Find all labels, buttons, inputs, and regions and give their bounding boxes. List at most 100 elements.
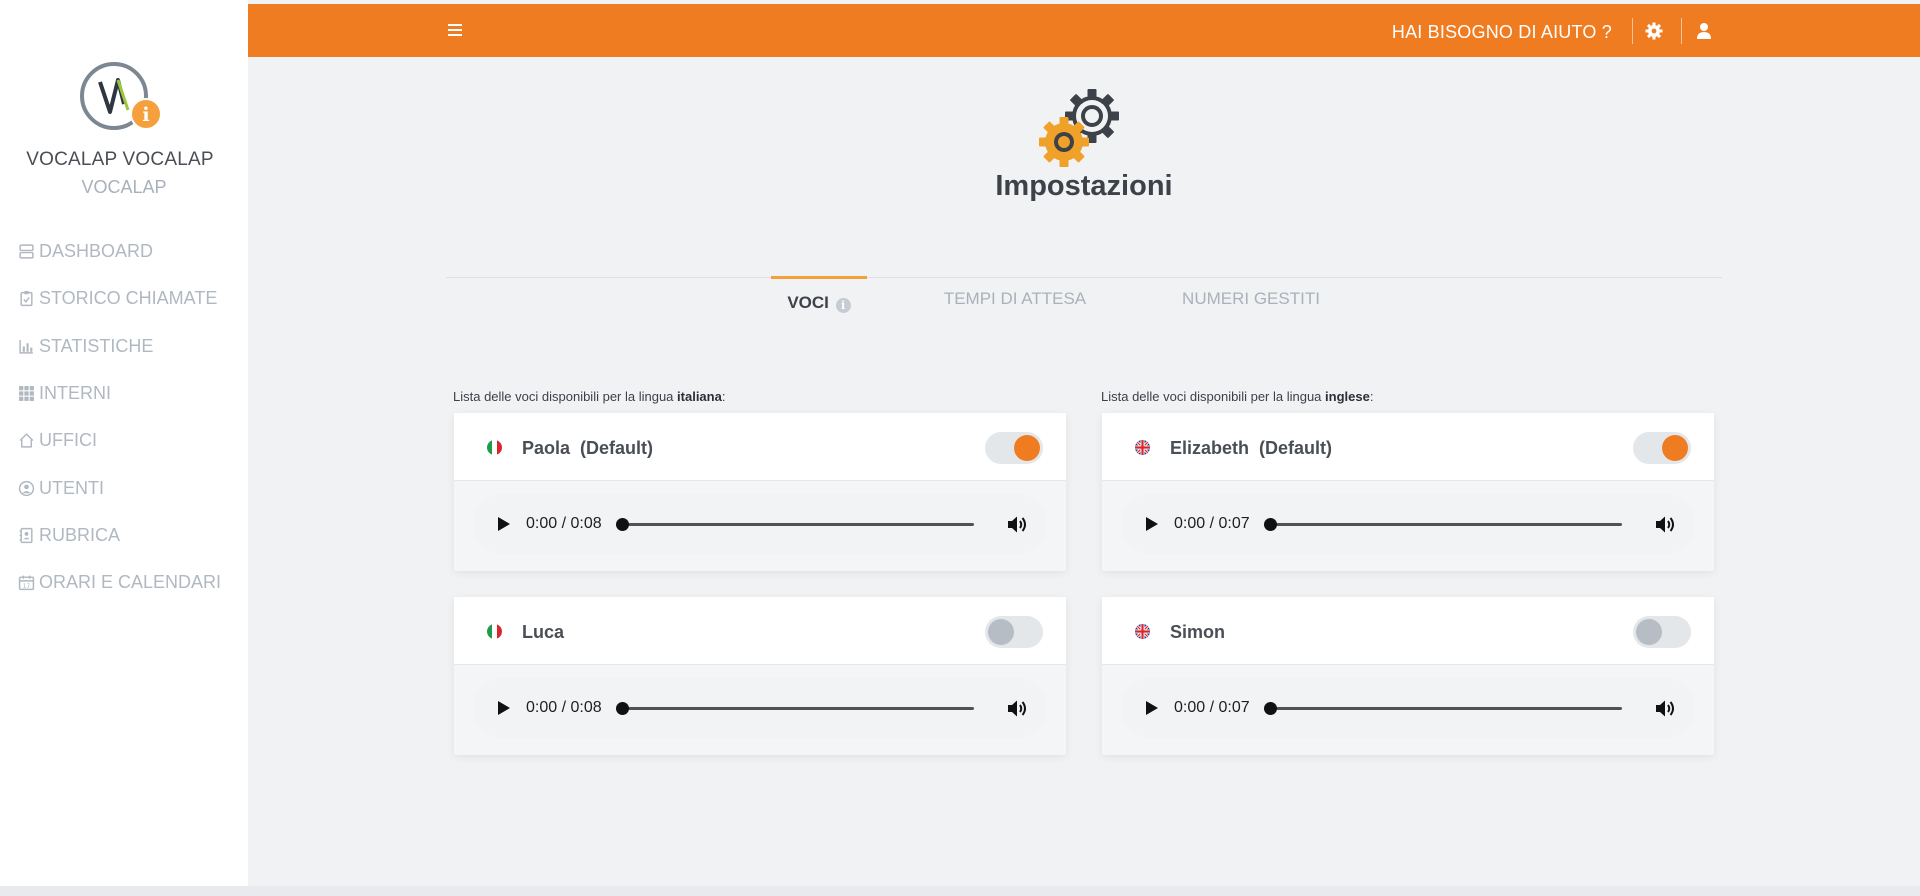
volume-icon[interactable]: [1655, 699, 1677, 718]
page-title: Impostazioni: [995, 170, 1173, 202]
audio-player: 0:00 / 0:08: [473, 494, 1047, 554]
play-icon[interactable]: [1145, 516, 1159, 532]
italian-voices-label: Lista delle voci disponibili per la ling…: [453, 389, 725, 404]
gears-icon: [1039, 89, 1119, 167]
sidebar-item-utenti[interactable]: UTENTI: [18, 464, 221, 511]
audio-seek-bar[interactable]: [622, 523, 974, 526]
audio-seek-handle[interactable]: [616, 518, 629, 531]
voice-name: Simon: [1170, 622, 1226, 642]
label-suffix: :: [1369, 389, 1374, 404]
tab-label: NUMERI GESTITI: [1182, 289, 1320, 308]
sidebar-item-statistiche[interactable]: STATISTICHE: [18, 323, 221, 370]
tab-label: VOCI: [787, 293, 829, 312]
voice-card-simon: Simon 0:00 / 0:07: [1102, 597, 1714, 755]
toggle-knob: [1636, 619, 1662, 645]
sidebar: i VOCALAP VOCALAP VOCALAP DASHBOARD STOR…: [0, 0, 248, 886]
user-icon[interactable]: [1694, 21, 1714, 41]
volume-icon[interactable]: [1655, 515, 1677, 534]
uk-flag-icon: [1135, 440, 1150, 455]
tab-tempi-di-attesa[interactable]: TEMPI DI ATTESA: [930, 278, 1100, 318]
sidebar-item-uffici[interactable]: UFFICI: [18, 417, 221, 464]
voice-card-header: Elizabeth (Default): [1102, 413, 1714, 481]
volume-icon[interactable]: [1007, 515, 1029, 534]
tab-label: TEMPI DI ATTESA: [943, 289, 1087, 308]
language-name: italiana: [677, 389, 722, 404]
play-icon[interactable]: [497, 516, 511, 532]
voice-toggle[interactable]: [1633, 616, 1691, 648]
user-circle-icon: [18, 480, 35, 496]
label-suffix: :: [721, 389, 726, 404]
audio-seek-bar[interactable]: [622, 707, 974, 710]
toggle-knob: [988, 619, 1014, 645]
sidebar-item-label: DASHBOARD: [39, 241, 154, 262]
sidebar-item-label: UFFICI: [39, 430, 97, 451]
sidebar-item-label: ORARI E CALENDARI: [39, 572, 222, 593]
hamburger-menu-icon[interactable]: [446, 21, 464, 39]
voice-card-paola: Paola (Default) 0:00 / 0:08: [454, 413, 1066, 571]
audio-seek-handle[interactable]: [1264, 518, 1277, 531]
home-icon: [19, 433, 34, 448]
audio-seek-handle[interactable]: [616, 702, 629, 715]
audio-time: 0:00 / 0:08: [526, 515, 602, 532]
grid-icon: [19, 386, 34, 401]
audio-time: 0:00 / 0:07: [1174, 699, 1250, 716]
sidebar-item-orari-calendari[interactable]: 17 ORARI E CALENDARI: [18, 559, 221, 606]
sidebar-item-dashboard[interactable]: DASHBOARD: [18, 228, 221, 275]
play-icon[interactable]: [1145, 700, 1159, 716]
sidebar-nav: DASHBOARD STORICO CHIAMATE STATISTICHE I…: [18, 228, 221, 606]
voice-toggle[interactable]: [985, 432, 1043, 464]
play-icon[interactable]: [497, 700, 511, 716]
topbar-divider: [1632, 18, 1633, 44]
italy-flag-icon: [487, 624, 502, 639]
voice-toggle[interactable]: [1633, 432, 1691, 464]
bottom-strip: [0, 886, 1920, 896]
audio-time: 0:00 / 0:07: [1174, 515, 1250, 532]
volume-icon[interactable]: [1007, 699, 1029, 718]
audio-seek-handle[interactable]: [1264, 702, 1277, 715]
uk-flag-icon: [1135, 624, 1150, 639]
label-text: Lista delle voci disponibili per la ling…: [1101, 389, 1326, 404]
voice-toggle[interactable]: [985, 616, 1043, 648]
profile-name: VOCALAP VOCALAP: [26, 149, 214, 170]
sidebar-item-label: STORICO CHIAMATE: [39, 288, 218, 309]
voice-name: Elizabeth (Default): [1170, 438, 1333, 458]
info-icon[interactable]: i: [835, 298, 851, 313]
sidebar-item-label: INTERNI: [39, 383, 111, 404]
voice-card-luca: Luca 0:00 / 0:08: [454, 597, 1066, 755]
audio-player: 0:00 / 0:08: [473, 678, 1047, 738]
voice-name: Luca: [522, 622, 565, 642]
sidebar-item-storico-chiamate[interactable]: STORICO CHIAMATE: [18, 275, 221, 322]
help-link[interactable]: HAI BISOGNO DI AIUTO ?: [1392, 22, 1612, 43]
italy-flag-icon: [487, 440, 502, 455]
audio-seek-bar[interactable]: [1270, 707, 1622, 710]
audio-player: 0:00 / 0:07: [1121, 678, 1695, 738]
vocalap-logo-icon: i: [80, 62, 162, 130]
top-bar: HAI BISOGNO DI AIUTO ?: [248, 4, 1920, 57]
svg-text:i: i: [142, 104, 149, 126]
sidebar-item-rubrica[interactable]: RUBRICA: [18, 512, 221, 559]
dashboard-icon: [19, 244, 34, 259]
audio-player: 0:00 / 0:07: [1121, 494, 1695, 554]
voice-card-elizabeth: Elizabeth (Default) 0:00 / 0:07: [1102, 413, 1714, 571]
svg-text:17: 17: [23, 584, 31, 590]
gear-icon[interactable]: [1644, 21, 1664, 41]
tab-voci[interactable]: VOCI i: [771, 276, 867, 316]
label-text: Lista delle voci disponibili per la ling…: [453, 389, 678, 404]
bar-chart-icon: [19, 339, 33, 354]
profile-organization: VOCALAP: [81, 177, 167, 197]
tab-numeri-gestiti[interactable]: NUMERI GESTITI: [1170, 278, 1332, 318]
toggle-knob: [1014, 435, 1040, 461]
sidebar-item-interni[interactable]: INTERNI: [18, 370, 221, 417]
voice-card-header: Luca: [454, 597, 1066, 665]
audio-time: 0:00 / 0:08: [526, 699, 602, 716]
toggle-knob: [1662, 435, 1688, 461]
clipboard-icon: [20, 291, 33, 307]
voice-name: Paola (Default): [522, 438, 654, 458]
english-voices-label: Lista delle voci disponibili per la ling…: [1101, 389, 1373, 404]
language-name: inglese: [1325, 389, 1370, 404]
voice-card-header: Simon: [1102, 597, 1714, 665]
sidebar-item-label: RUBRICA: [39, 524, 121, 545]
calendar-icon: 17: [18, 575, 35, 591]
topbar-divider: [1681, 18, 1682, 44]
audio-seek-bar[interactable]: [1270, 523, 1622, 526]
